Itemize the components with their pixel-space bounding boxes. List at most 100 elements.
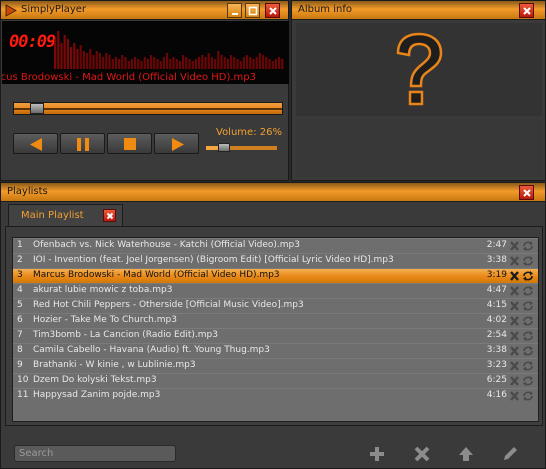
track-row[interactable]: 4 akurat lubie mowic z toba.mp3 4:47 — [13, 283, 538, 298]
track-number: 4 — [17, 285, 23, 295]
album-info-window: Album info — [291, 0, 546, 181]
repeat-icon[interactable] — [522, 285, 534, 297]
minimize-button[interactable] — [227, 3, 242, 18]
track-title: Hozier - Take Me To Church.mp3 — [33, 315, 177, 325]
maximize-icon — [248, 6, 258, 16]
track-row[interactable]: 9 Brathanki - W kinie , w Lublinie.mp3 3:2… — [13, 358, 538, 373]
x-icon[interactable] — [509, 390, 520, 402]
spectrum-bar — [118, 59, 121, 69]
spectrum-bar — [191, 61, 194, 69]
track-title: Marcus Brodowski - Mad World (Official V… — [33, 270, 280, 280]
spectrum-bar — [210, 57, 213, 69]
pause-button[interactable] — [60, 133, 105, 154]
spectrum-bar — [140, 61, 143, 69]
album-art — [296, 23, 542, 116]
album-close-button[interactable] — [519, 3, 534, 18]
track-row[interactable]: 3 Marcus Brodowski - Mad World (Official … — [13, 268, 538, 283]
repeat-icon[interactable] — [522, 255, 534, 267]
seek-bar[interactable] — [13, 102, 283, 115]
spectrum-bar — [207, 53, 210, 69]
spectrum-bar — [82, 51, 85, 69]
remove-track-button[interactable] — [413, 445, 431, 463]
x-icon[interactable] — [509, 240, 520, 252]
repeat-icon[interactable] — [522, 270, 534, 282]
x-icon[interactable] — [509, 330, 520, 342]
volume-label: Volume: 26% — [216, 127, 282, 138]
x-icon[interactable] — [509, 270, 520, 282]
repeat-icon[interactable] — [522, 345, 534, 357]
track-title: Ofenbach vs. Nick Waterhouse - Katchi (O… — [33, 240, 300, 250]
previous-button[interactable] — [13, 133, 58, 154]
track-duration: 3:38 — [486, 345, 507, 355]
tab-close-button[interactable] — [103, 209, 116, 222]
spectrum-bar — [153, 57, 156, 69]
x-icon[interactable] — [509, 255, 520, 267]
move-up-button[interactable] — [457, 445, 475, 463]
spectrum-bar — [89, 49, 92, 69]
track-number: 9 — [17, 360, 23, 370]
track-row[interactable]: 1 Ofenbach vs. Nick Waterhouse - Katchi (… — [13, 238, 538, 253]
repeat-icon[interactable] — [522, 360, 534, 372]
track-duration: 3:38 — [486, 255, 507, 265]
playlists-window: Playlists Main Playlist 1 Ofenbach vs. Ni… — [0, 182, 546, 469]
stop-button[interactable] — [107, 133, 152, 154]
close-icon — [269, 7, 277, 15]
add-track-button[interactable] — [368, 445, 386, 463]
spectrum-bar — [159, 61, 162, 69]
repeat-icon[interactable] — [522, 330, 534, 342]
playlists-titlebar[interactable]: Playlists — [1, 183, 545, 202]
volume-handle[interactable] — [218, 143, 231, 152]
track-row[interactable]: 10 Dzem Do kolyski Tekst.mp3 6:25 — [13, 373, 538, 388]
x-icon[interactable] — [509, 315, 520, 327]
track-title: akurat lubie mowic z toba.mp3 — [33, 285, 173, 295]
track-row[interactable]: 2 IOI - Invention (feat. Joel Jorgensen) … — [13, 253, 538, 268]
track-row[interactable]: 7 Tim3bomb - La Cancion (Radio Edit).mp3 2… — [13, 328, 538, 343]
spectrum-bar — [124, 57, 127, 69]
track-row[interactable]: 11 Happysad Zanim pojde.mp3 4:16 — [13, 388, 538, 403]
x-icon[interactable] — [509, 285, 520, 297]
album-titlebar[interactable]: Album info — [292, 1, 545, 20]
repeat-icon[interactable] — [522, 390, 534, 402]
edit-button[interactable] — [501, 445, 519, 463]
tab-main-playlist[interactable]: Main Playlist — [8, 204, 123, 226]
playlist-panel: 1 Ofenbach vs. Nick Waterhouse - Katchi (… — [5, 226, 543, 426]
player-close-button[interactable] — [265, 3, 280, 18]
track-title: Dzem Do kolyski Tekst.mp3 — [33, 375, 157, 385]
repeat-icon[interactable] — [522, 315, 534, 327]
playlists-close-button[interactable] — [519, 185, 534, 200]
track-row[interactable]: 6 Hozier - Take Me To Church.mp3 4:02 — [13, 313, 538, 328]
track-list[interactable]: 1 Ofenbach vs. Nick Waterhouse - Katchi (… — [12, 237, 539, 422]
spectrum-bar — [265, 57, 268, 69]
question-mark-icon — [396, 32, 443, 106]
maximize-button[interactable] — [245, 3, 260, 18]
x-icon[interactable] — [509, 300, 520, 312]
search-input[interactable] — [14, 445, 176, 462]
x-icon[interactable] — [509, 360, 520, 372]
seek-handle[interactable] — [30, 103, 45, 114]
repeat-icon[interactable] — [522, 300, 534, 312]
x-icon[interactable] — [509, 345, 520, 357]
spectrum-visualizer — [54, 31, 284, 69]
track-row[interactable]: 8 Camila Cabello - Havana (Audio) ft. You… — [13, 343, 538, 358]
seek-groove — [14, 108, 282, 110]
track-number: 5 — [17, 300, 23, 310]
spectrum-bar — [230, 55, 233, 69]
repeat-icon[interactable] — [522, 240, 534, 252]
player-titlebar[interactable]: SimplyPlayer — [1, 1, 288, 20]
next-button[interactable] — [154, 133, 199, 154]
repeat-icon[interactable] — [522, 375, 534, 387]
spectrum-bar — [236, 59, 239, 69]
spectrum-bar — [188, 59, 191, 69]
spectrum-bar — [246, 55, 249, 69]
spectrum-bar — [134, 57, 137, 69]
x-icon[interactable] — [509, 375, 520, 387]
spectrum-bar — [166, 53, 169, 69]
track-row[interactable]: 5 Red Hot Chili Peppers - Otherside [Offi… — [13, 298, 538, 313]
track-number: 3 — [17, 270, 23, 280]
spectrum-bar — [146, 59, 149, 69]
spectrum-bar — [79, 45, 82, 69]
volume-slider[interactable] — [206, 143, 277, 152]
pencil-icon — [504, 447, 517, 460]
next-icon — [172, 138, 184, 151]
spectrum-bar — [278, 57, 281, 69]
